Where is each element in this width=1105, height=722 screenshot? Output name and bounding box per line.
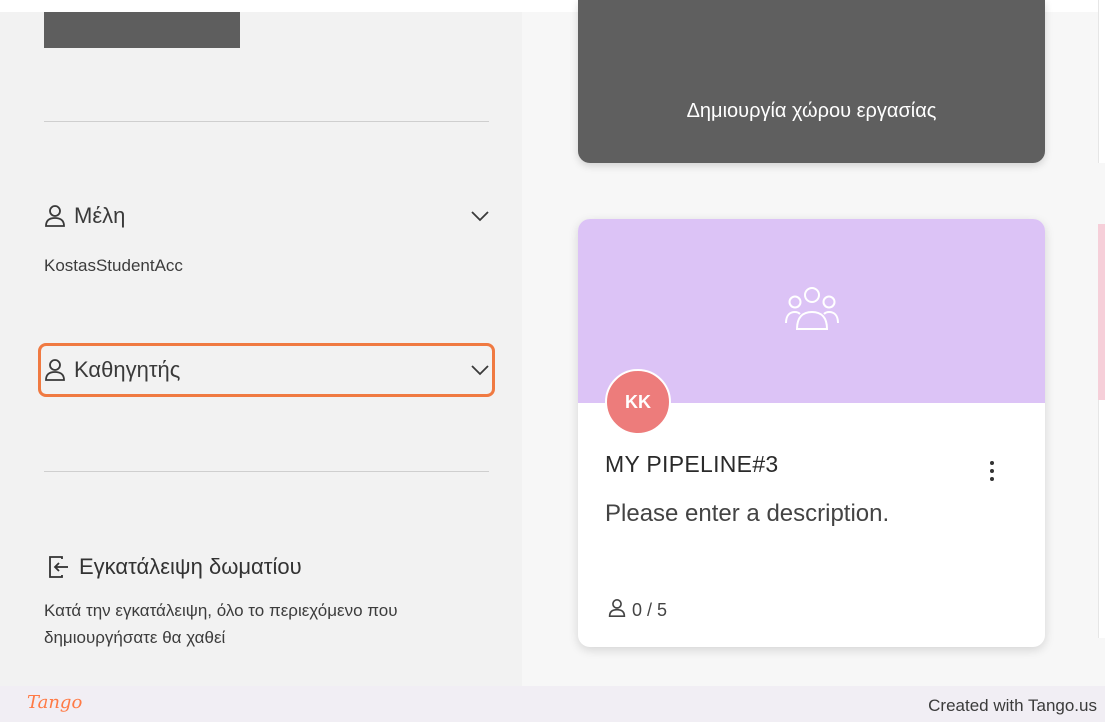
person-icon [44,358,66,382]
sidebar-header-block [44,12,240,48]
footer: Tango Created with Tango.us [0,686,1105,722]
divider [44,121,489,122]
avatar: KK [605,369,671,435]
members-section-header[interactable]: Μέλη [44,201,490,231]
leave-room-description: Κατά την εγκατάλειψη, όλο το περιεχόμενο… [44,601,398,647]
card-title: MY PIPELINE#3 [605,451,779,477]
person-icon [44,204,66,228]
leave-room-title: Εγκατάλειψη δωματίου [79,554,302,579]
chevron-down-icon[interactable] [470,210,490,222]
leave-room-button[interactable]: Εγκατάλειψη δωματίου [48,554,302,580]
sidebar: Μέλη KostasStudentAcc Καθηγητής Εγκατάλε… [0,12,522,686]
members-count: 0 / 5 [632,600,668,620]
create-workspace-label: Δημιουργία χώρου εργασίας [686,100,937,122]
footer-credit: Created with Tango.us [928,696,1097,715]
create-workspace-card[interactable]: Δημιουργία χώρου εργασίας [578,0,1045,163]
exit-icon [48,555,70,579]
divider [44,471,489,472]
card-description: Please enter a description. [605,500,890,527]
tango-logo: Tango [27,692,83,713]
partial-card-banner [1098,224,1105,400]
more-vertical-icon[interactable] [980,457,1004,485]
group-icon [782,285,842,342]
partial-card [1098,0,1105,163]
teacher-title: Καθηγητής [74,357,181,382]
chevron-down-icon[interactable] [470,364,490,376]
member-name: KostasStudentAcc [44,256,183,275]
workspace-card[interactable]: KK MY PIPELINE#3 Please enter a descript… [578,219,1045,647]
members-count-row: 0 / 5 [608,598,667,623]
person-icon [608,598,626,623]
teacher-section-header[interactable]: Καθηγητής [44,355,490,385]
members-title: Μέλη [74,203,126,228]
